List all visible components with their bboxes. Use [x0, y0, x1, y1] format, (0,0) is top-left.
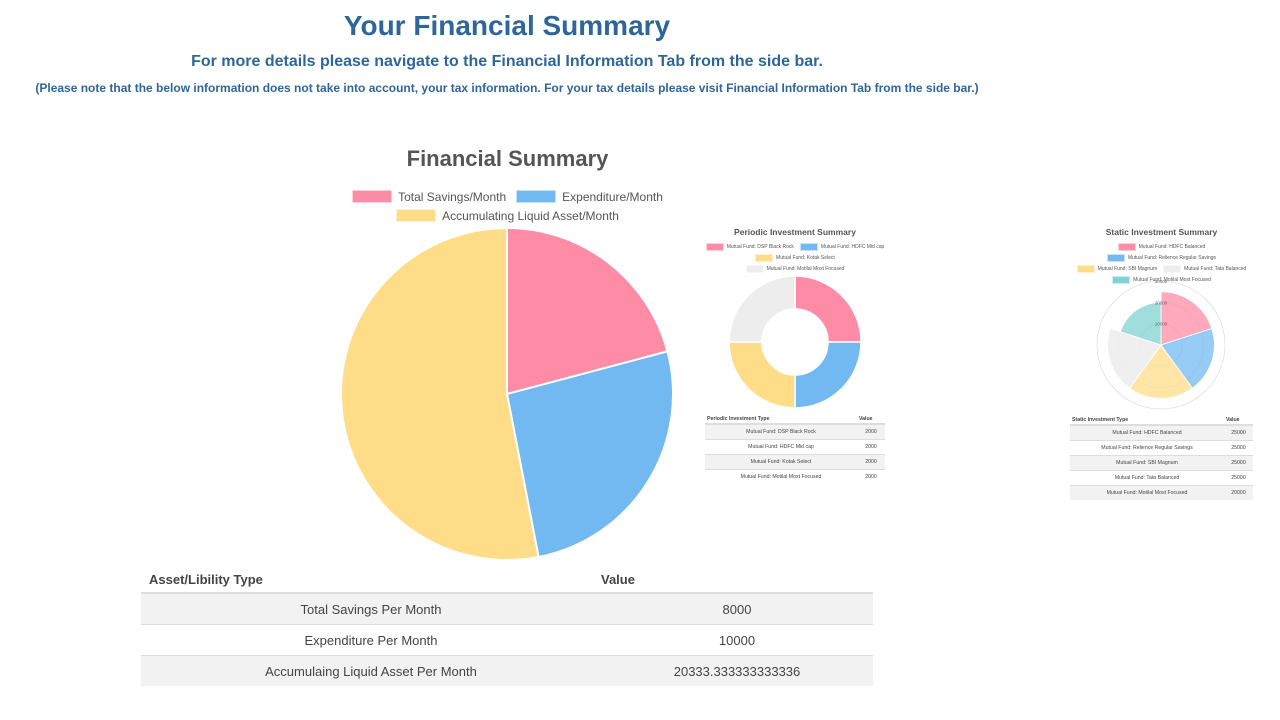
row-type: Mutual Fund: Motilal Most Focused — [1070, 485, 1224, 500]
row-type: Accumulaing Liquid Asset Per Month — [141, 655, 601, 686]
legend-swatch-blue — [516, 190, 557, 203]
row-value: 10000 — [601, 624, 873, 656]
pie-slice-mutual-fund-motilal-most-focused[interactable] — [728, 275, 796, 343]
column-header-value: Value — [601, 566, 873, 594]
table-row: Expenditure Per Month 10000 — [141, 624, 873, 656]
table-row: Mutual Fund: DSP Black Rock 2000 — [705, 423, 885, 440]
row-type: Mutual Fund: Kotak Select — [705, 454, 857, 470]
legend-swatch-yellow — [755, 253, 774, 262]
periodic-legend: Mutual Fund: DSP Black Rock Mutual Fund:… — [700, 241, 890, 274]
row-type: Mutual Fund: SBI Magnum — [1070, 455, 1224, 471]
legend-item-savings[interactable]: Total Savings/Month — [352, 190, 506, 204]
legend-item-expenditure[interactable]: Expenditure/Month — [516, 190, 663, 204]
row-type: Total Savings Per Month — [141, 592, 601, 625]
legend-swatch-blue — [799, 242, 818, 251]
legend-swatch-yellow — [396, 209, 437, 222]
table-row: Mutual Fund: SBI Magnum 25000 — [1070, 455, 1253, 471]
legend-item-hdfc-balanced[interactable]: Mutual Fund: HDFC Balanced — [1117, 242, 1206, 251]
row-type: Mutual Fund: HDFC Balanced — [1070, 424, 1224, 441]
page-title: Your Financial Summary — [343, 10, 671, 41]
table-row: Mutual Fund: Motilal Most Focused 20000 — [1070, 485, 1253, 500]
column-header-value: Value — [1224, 415, 1253, 426]
legend-label: Mutual Fund: HDFC Mid cap — [820, 243, 885, 250]
column-header-value: Value — [857, 414, 885, 425]
legend-label: Mutual Fund: DSP Black Rock — [726, 243, 794, 250]
row-value: 2000 — [857, 423, 885, 440]
periodic-investment-doughnut-chart[interactable] — [725, 272, 865, 412]
row-value: 25000 — [1224, 455, 1253, 471]
legend-swatch-pink — [705, 242, 724, 251]
legend-label: Mutual Fund: Motilal Most Focused — [766, 265, 845, 272]
polar-tick-label: 10000 — [1155, 322, 1168, 327]
row-value: 20000 — [1224, 485, 1253, 500]
page-subtitle: For more details please navigate to the … — [191, 53, 823, 70]
table-row: Mutual Fund: HDFC Balanced 25000 — [1070, 424, 1253, 441]
tax-note: (Please note that the below information … — [35, 81, 979, 95]
row-type: Mutual Fund: HDFC Mid cap — [705, 439, 857, 455]
periodic-chart-title: Periodic Investment Summary — [734, 227, 856, 237]
legend-item-kotak[interactable]: Mutual Fund: Kotak Select — [755, 253, 835, 262]
legend-label: Accumulating Liquid Asset/Month — [442, 208, 619, 223]
row-type: Mutual Fund: Relience Regular Savings — [1070, 440, 1224, 456]
legend-swatch-yellow — [1076, 264, 1095, 273]
row-value: 2000 — [857, 469, 885, 484]
legend-label: Mutual Fund: HDFC Balanced — [1138, 243, 1206, 250]
static-investment-polar-chart[interactable]: 10000 20000 30000 — [1091, 275, 1231, 415]
row-value: 8000 — [601, 592, 873, 625]
financial-summary-legend: Total Savings/Month Expenditure/Month Ac… — [290, 187, 725, 225]
row-value: 25000 — [1224, 424, 1253, 441]
static-chart-title: Static Investment Summary — [1105, 227, 1218, 237]
pie-slice-mutual-fund-hdfc-mid-cap[interactable] — [794, 341, 862, 409]
table-row: Mutual Fund: HDFC Mid cap 2000 — [705, 439, 885, 455]
table-row: Total Savings Per Month 8000 — [141, 592, 873, 625]
legend-item-hdfc-midcap[interactable]: Mutual Fund: HDFC Mid cap — [799, 242, 885, 251]
legend-item-tata[interactable]: Mutual Fund: Tata Balanced — [1163, 264, 1247, 273]
legend-swatch-blue — [1106, 253, 1125, 262]
legend-item-relience[interactable]: Mutual Fund: Relience Regular Savings — [1106, 253, 1217, 262]
table-row: Mutual Fund: Tata Balanced 25000 — [1070, 470, 1253, 486]
pie-slice-mutual-fund-dsp-black-rock[interactable] — [794, 275, 862, 343]
row-type: Mutual Fund: Tata Balanced — [1070, 470, 1224, 486]
table-header-row: Static Investment Type Value — [1070, 415, 1253, 426]
legend-label: Mutual Fund: Kotak Select — [776, 254, 835, 261]
legend-item-liquid-asset[interactable]: Accumulating Liquid Asset/Month — [396, 209, 619, 223]
financial-summary-pie-chart[interactable] — [332, 226, 682, 562]
row-value: 25000 — [1224, 440, 1253, 456]
legend-label: Total Savings/Month — [398, 189, 507, 204]
row-value: 25000 — [1224, 470, 1253, 486]
row-value: 2000 — [857, 454, 885, 470]
pie-slice-mutual-fund-kotak-select[interactable] — [728, 341, 796, 409]
polar-tick-label: 30000 — [1155, 279, 1168, 284]
table-header-row: Periodic Investment Type Value — [705, 414, 885, 425]
row-value: 2000 — [857, 439, 885, 455]
legend-label: Mutual Fund: SBI Magnum — [1097, 265, 1158, 272]
static-investment-table: Static Investment Type Value Mutual Fund… — [1070, 415, 1253, 500]
legend-swatch-pink — [1117, 242, 1136, 251]
financial-summary-table: Asset/Libility Type Value Total Savings … — [141, 566, 873, 686]
table-header-row: Asset/Libility Type Value — [141, 566, 873, 594]
table-row: Accumulaing Liquid Asset Per Month 20333… — [141, 655, 873, 686]
legend-swatch-grey — [1163, 264, 1182, 273]
legend-item-dsp[interactable]: Mutual Fund: DSP Black Rock — [705, 242, 794, 251]
column-header-type: Static Investment Type — [1070, 415, 1224, 426]
legend-label: Mutual Fund: Relience Regular Savings — [1127, 254, 1217, 261]
column-header-type: Periodic Investment Type — [705, 414, 857, 425]
table-row: Mutual Fund: Relience Regular Savings 25… — [1070, 440, 1253, 456]
financial-summary-chart-title: Financial Summary — [406, 146, 609, 171]
legend-swatch-pink — [352, 190, 393, 203]
table-row: Mutual Fund: Motilal Most Focused 2000 — [705, 469, 885, 484]
periodic-investment-table: Periodic Investment Type Value Mutual Fu… — [705, 414, 885, 484]
legend-label: Expenditure/Month — [562, 189, 663, 204]
row-type: Mutual Fund: DSP Black Rock — [705, 423, 857, 440]
legend-item-sbi[interactable]: Mutual Fund: SBI Magnum — [1076, 264, 1158, 273]
table-row: Mutual Fund: Kotak Select 2000 — [705, 454, 885, 470]
polar-tick-label: 20000 — [1155, 300, 1168, 305]
row-type: Expenditure Per Month — [141, 624, 601, 656]
column-header-type: Asset/Libility Type — [141, 566, 601, 594]
row-type: Mutual Fund: Motilal Most Focused — [705, 469, 857, 484]
legend-label: Mutual Fund: Tata Balanced — [1184, 265, 1247, 272]
row-value: 20333.333333333336 — [601, 655, 873, 686]
